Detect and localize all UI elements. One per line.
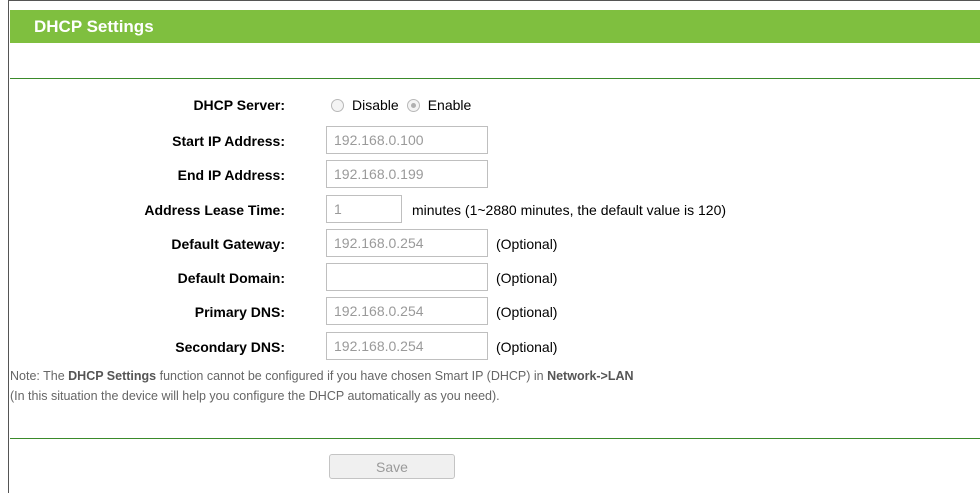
- note-network-lan: Network->LAN: [547, 369, 634, 383]
- lease-time-input[interactable]: 1: [326, 195, 402, 223]
- end-ip-input[interactable]: 192.168.0.199: [326, 160, 488, 188]
- default-domain-input[interactable]: [326, 263, 488, 291]
- lease-time-label: Address Lease Time:: [144, 202, 285, 218]
- dhcp-server-radio-group: Disable Enable: [331, 90, 479, 120]
- dhcp-note: Note: The DHCP Settings function cannot …: [10, 366, 970, 406]
- secondary-dns-label: Secondary DNS:: [175, 339, 285, 355]
- primary-dns-row: Primary DNS: 192.168.0.254 (Optional): [0, 297, 980, 327]
- end-ip-label: End IP Address:: [177, 167, 285, 183]
- bottom-divider: [10, 438, 980, 439]
- top-divider: [10, 78, 980, 79]
- primary-dns-label: Primary DNS:: [194, 304, 285, 320]
- default-domain-label: Default Domain:: [177, 270, 285, 286]
- save-button[interactable]: Save: [329, 454, 455, 479]
- dhcp-disable-label[interactable]: Disable: [352, 90, 399, 120]
- dhcp-enable-label[interactable]: Enable: [428, 90, 472, 120]
- primary-dns-optional: (Optional): [496, 304, 558, 320]
- dhcp-server-row: DHCP Server: Disable Enable: [0, 90, 980, 120]
- secondary-dns-optional: (Optional): [496, 339, 558, 355]
- dhcp-disable-radio[interactable]: [331, 98, 344, 112]
- start-ip-row: Start IP Address: 192.168.0.100: [0, 126, 980, 156]
- default-gateway-input[interactable]: 192.168.0.254: [326, 229, 488, 257]
- primary-dns-input[interactable]: 192.168.0.254: [326, 297, 488, 325]
- default-domain-optional: (Optional): [496, 270, 558, 286]
- start-ip-label: Start IP Address:: [172, 133, 285, 149]
- note-dhcp-settings: DHCP Settings: [68, 369, 157, 383]
- default-gateway-label: Default Gateway:: [171, 236, 285, 252]
- note-line-1: Note: The DHCP Settings function cannot …: [10, 366, 970, 386]
- dhcp-server-label: DHCP Server:: [193, 97, 285, 113]
- dhcp-enable-radio[interactable]: [406, 98, 420, 112]
- default-gateway-optional: (Optional): [496, 236, 558, 252]
- default-gateway-row: Default Gateway: 192.168.0.254 (Optional…: [0, 229, 980, 259]
- note-prefix: Note: The: [10, 369, 69, 383]
- lease-time-row: Address Lease Time: 1 minutes (1~2880 mi…: [0, 195, 980, 225]
- secondary-dns-input[interactable]: 192.168.0.254: [326, 332, 488, 360]
- default-domain-row: Default Domain: (Optional): [0, 263, 980, 293]
- page-title: DHCP Settings: [10, 10, 980, 43]
- end-ip-row: End IP Address: 192.168.0.199: [0, 160, 980, 190]
- lease-time-hint: minutes (1~2880 minutes, the default val…: [412, 202, 727, 218]
- secondary-dns-row: Secondary DNS: 192.168.0.254 (Optional): [0, 332, 980, 362]
- note-line-2: (In this situation the device will help …: [10, 389, 500, 403]
- start-ip-input[interactable]: 192.168.0.100: [326, 126, 488, 154]
- note-middle: function cannot be configured if you hav…: [156, 369, 548, 383]
